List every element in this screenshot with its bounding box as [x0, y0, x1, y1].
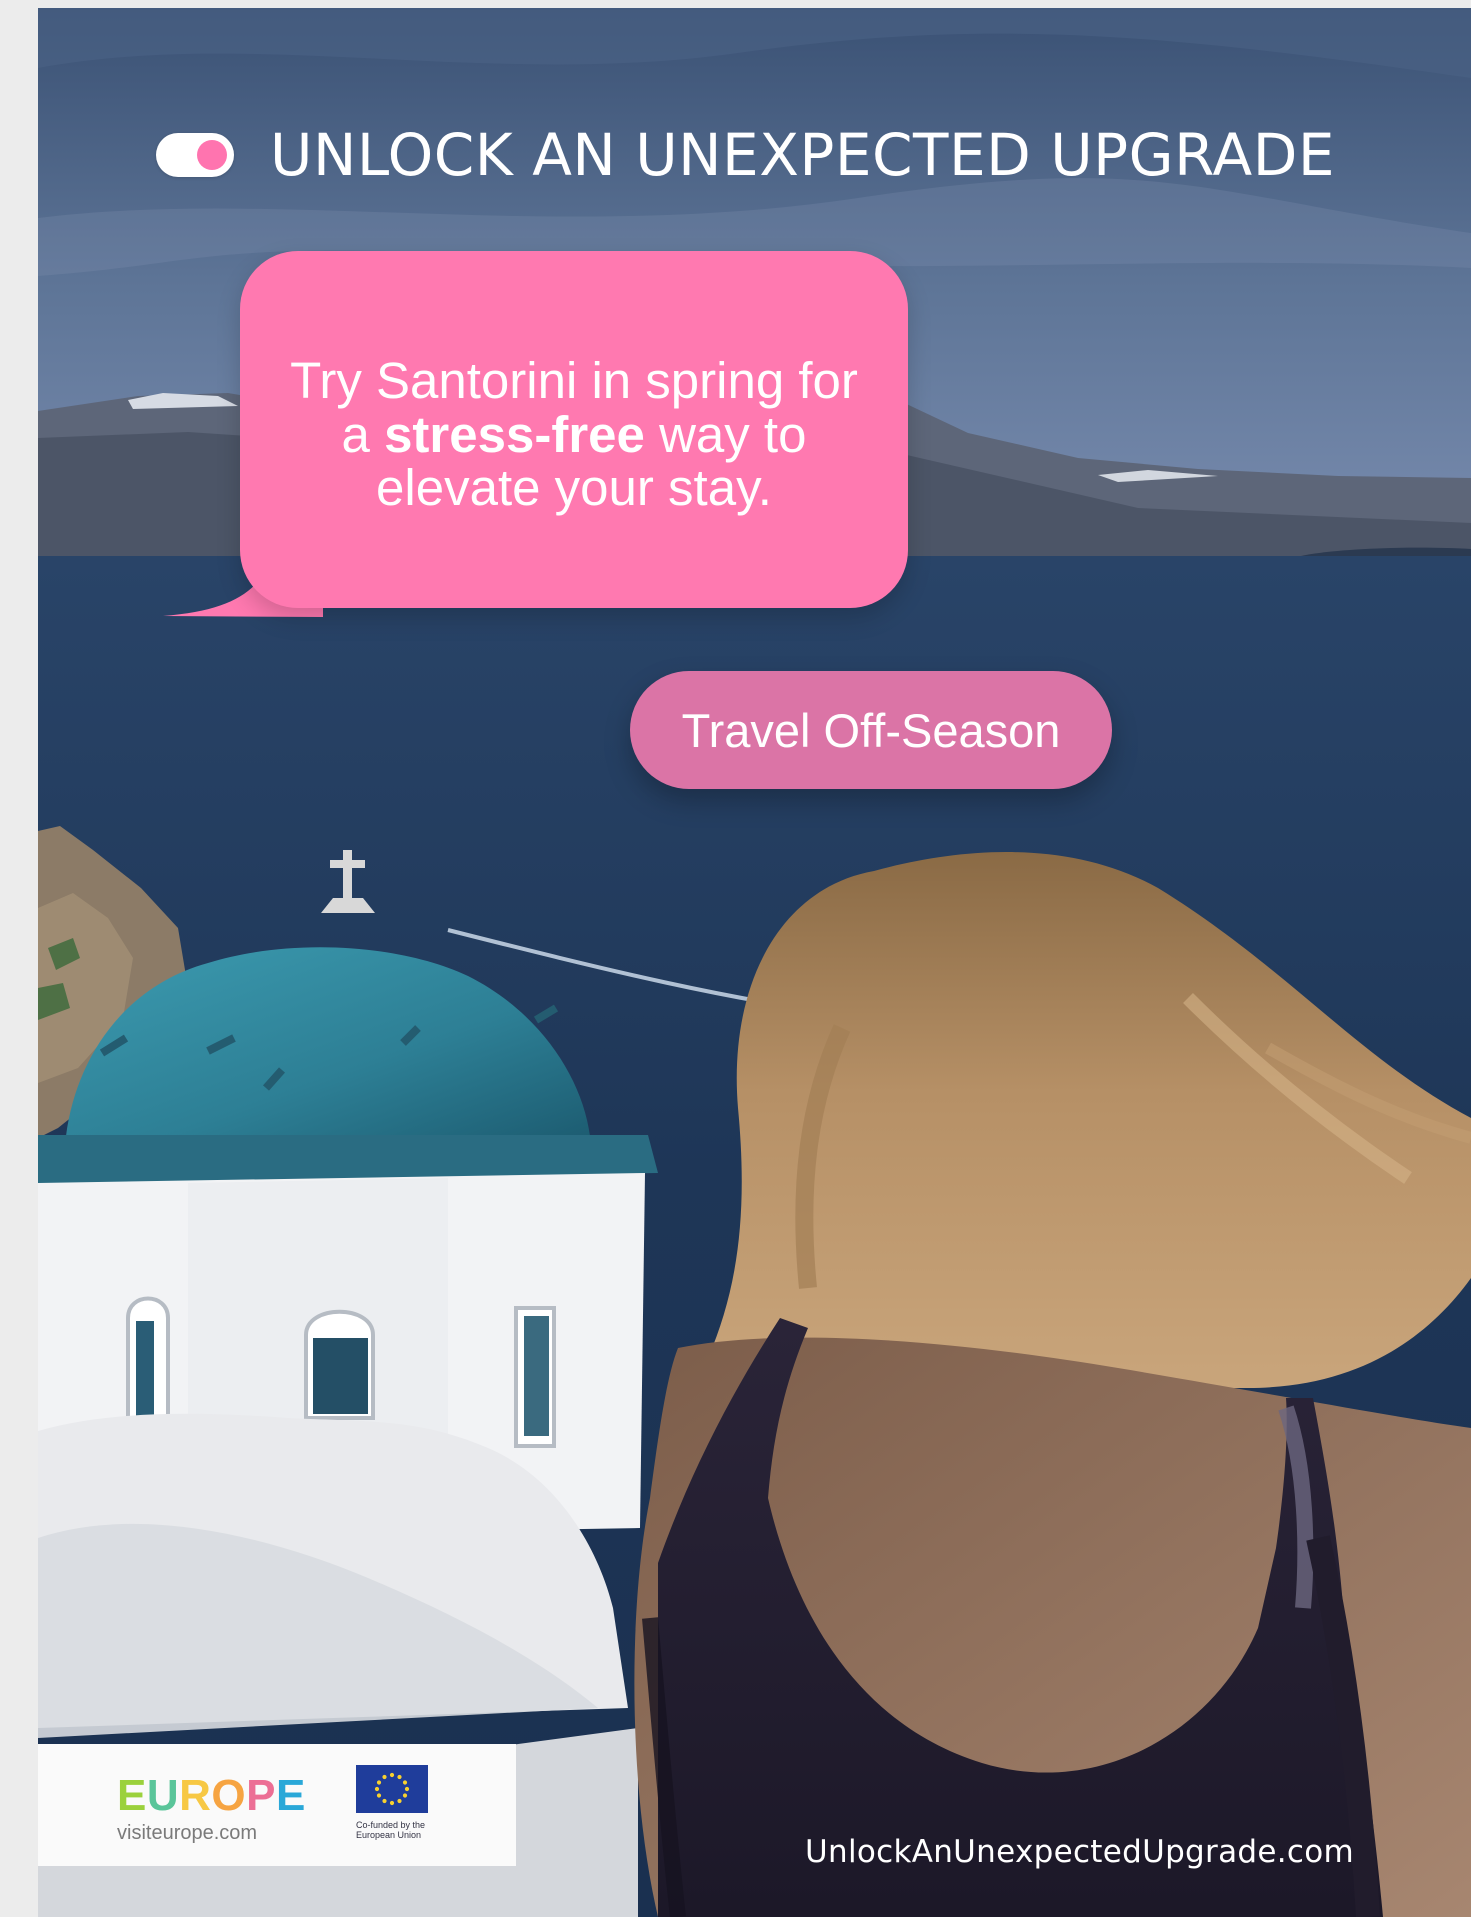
campaign-url-link[interactable]: UnlockAnUnexpectedUpgrade.com — [805, 1834, 1354, 1870]
europe-letter-r: R — [179, 1771, 212, 1820]
eu-caption-line-2: European Union — [356, 1830, 422, 1841]
headline: UNLOCK AN UNEXPECTED UPGRADE — [270, 121, 1336, 189]
message-suffix: way to — [659, 405, 807, 463]
europe-letter-u: U — [146, 1771, 180, 1820]
eu-caption: Co-funded by the European Union — [356, 1820, 448, 1841]
message-bubble: Try Santorini in spring for a stress-fre… — [240, 251, 908, 608]
headline-group: UNLOCK AN UNEXPECTED UPGRADE — [156, 126, 1335, 184]
message-line-1: Try Santorini in spring for — [290, 352, 858, 409]
europe-letter-e1: E — [117, 1771, 147, 1820]
toggle-knob — [197, 140, 227, 170]
europe-letter-e2: E — [276, 1771, 306, 1820]
visit-europe-logo: EUROPE — [117, 1774, 306, 1818]
europe-letter-p: P — [246, 1771, 277, 1820]
logo-panel: EUROPE visiteurope.com Co-funded by the … — [38, 1744, 516, 1866]
travel-off-season-button[interactable]: Travel Off-Season — [630, 671, 1112, 789]
message-text: Try Santorini in spring for a stress-fre… — [274, 354, 874, 515]
visit-europe-url: visiteurope.com — [117, 1822, 258, 1844]
eu-caption-line-1: Co-funded by the — [356, 1820, 426, 1830]
eu-flag-icon — [356, 1765, 428, 1813]
europe-letter-o: O — [211, 1771, 247, 1820]
message-prefix: a — [341, 405, 370, 463]
toggle-on-icon — [156, 133, 234, 177]
message-emphasis: stress-free — [384, 405, 645, 463]
poster: UNLOCK AN UNEXPECTED UPGRADE Try Santori… — [38, 8, 1471, 1917]
message-line-3: elevate your stay. — [376, 459, 772, 517]
message-line-2: a stress-free way to — [274, 405, 874, 463]
